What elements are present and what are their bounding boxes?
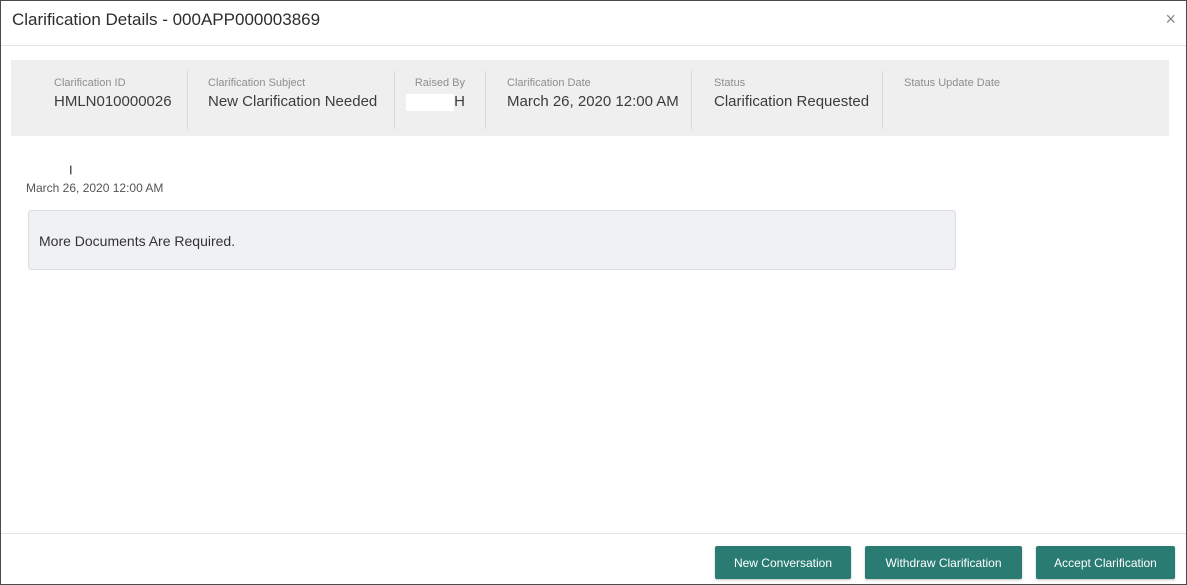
clarification-date-value: March 26, 2020 12:00 AM (507, 93, 679, 110)
close-icon[interactable]: × (1165, 10, 1176, 28)
clarification-date-field: Clarification Date March 26, 2020 12:00 … (507, 71, 679, 129)
divider (485, 71, 486, 129)
conversation-author-tail: I (69, 162, 73, 178)
clarification-subject-value: New Clarification Needed (208, 93, 378, 110)
redacted-name (406, 93, 455, 111)
clarification-subject-label: Clarification Subject (208, 77, 306, 89)
conversation-author: I (15, 161, 73, 179)
status-field: Status Clarification Requested (714, 71, 869, 129)
withdraw-clarification-button[interactable]: Withdraw Clarification (865, 546, 1022, 579)
clarification-summary: Clarification ID HMLN010000026 Clarifica… (11, 60, 1169, 136)
conversation-date: March 26, 2020 12:00 AM (26, 181, 164, 195)
status-update-date-label: Status Update Date (904, 77, 1001, 89)
clarification-date-label: Clarification Date (507, 77, 591, 89)
divider (691, 71, 692, 129)
conversation-message: More Documents Are Required. (28, 210, 956, 270)
conversation-message-text: More Documents Are Required. (39, 233, 236, 249)
raised-by-label: Raised By (414, 77, 465, 89)
redacted-author-name (15, 162, 69, 178)
raised-by-value: H (403, 93, 465, 111)
dialog-title: Clarification Details - 000APP000003869 (12, 10, 321, 29)
clarification-subject-field: Clarification Subject New Clarification … (208, 71, 377, 129)
divider (394, 71, 395, 129)
divider (187, 71, 188, 129)
status-label: Status (714, 77, 746, 89)
status-value: Clarification Requested (714, 93, 870, 110)
status-update-date-field: Status Update Date (904, 71, 1000, 129)
raised-by-field: Raised By H (403, 71, 465, 129)
new-conversation-button[interactable]: New Conversation (715, 546, 851, 579)
clarification-id-field: Clarification ID HMLN010000026 (54, 71, 172, 129)
divider (882, 71, 883, 129)
clarification-id-value: HMLN010000026 (54, 93, 172, 110)
clarification-id-label: Clarification ID (54, 77, 126, 89)
dialog-footer: New Conversation Withdraw Clarification … (1, 533, 1186, 584)
dialog-header: Clarification Details - 000APP000003869 … (1, 1, 1186, 46)
raised-by-tail: H (454, 93, 465, 110)
clarification-dialog: Clarification Details - 000APP000003869 … (0, 0, 1187, 585)
accept-clarification-button[interactable]: Accept Clarification (1036, 546, 1175, 579)
